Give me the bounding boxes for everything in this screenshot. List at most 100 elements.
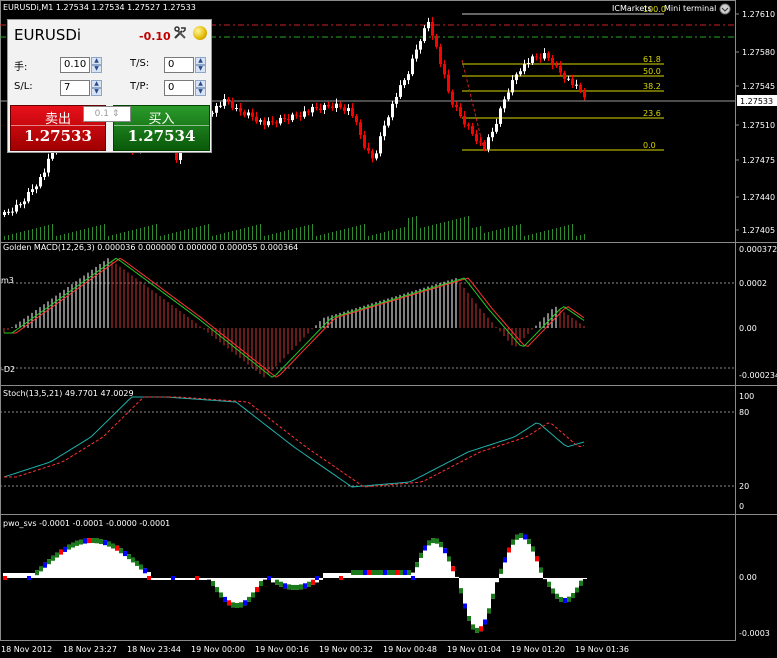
one-click-trade-panel[interactable]: EURUSDi -0.10 手: 0.10 ▲ ▼ S/L: 7 ▲ ▼ T/S: … (7, 19, 212, 153)
pwo-edge-mark (47, 559, 51, 565)
tp-spinner[interactable]: ▲ ▼ (195, 80, 206, 96)
stoch-signal-line (4, 396, 585, 488)
pwo-bar (11, 573, 15, 578)
pwo-edge-mark (527, 539, 531, 545)
candle-body (19, 204, 22, 206)
candle-body (419, 41, 422, 50)
pwo-bar (83, 538, 87, 578)
pwo-edge-mark (115, 545, 119, 551)
time-label: 19 Nov 00:48 (383, 645, 437, 654)
pwo-edge-mark (287, 584, 291, 590)
candle-body (271, 121, 274, 123)
candle-body (299, 115, 302, 117)
candle-body (47, 158, 50, 173)
candle-body (43, 172, 46, 177)
pwo-edge-mark (307, 581, 311, 587)
lot-step-value: 0.1 (94, 109, 109, 119)
candle-body (559, 65, 562, 73)
mini-terminal-label[interactable]: Mini terminal (664, 4, 716, 13)
pwo-bar (319, 578, 323, 580)
pwo-bar (87, 538, 91, 578)
fib-level-label: 38.2 (643, 82, 661, 91)
pwo-edge-mark (67, 544, 71, 550)
pwo-edge-mark (523, 534, 527, 540)
candle-body (239, 108, 242, 112)
candle-body (451, 91, 454, 105)
pwo-edge-mark (491, 593, 495, 599)
candle-body (567, 78, 570, 80)
candle-body (383, 125, 386, 137)
candle-body (491, 131, 494, 138)
price-label: 1.27610 (742, 10, 775, 19)
time-label: 19 Nov 00:16 (255, 645, 309, 654)
sell-price: 1.27533 (24, 127, 92, 145)
candle-body (311, 106, 314, 113)
price-label: 1.27510 (742, 121, 775, 130)
price-label: 1.27545 (742, 82, 775, 91)
pwo-edge-mark (407, 570, 411, 575)
sl-input[interactable]: 7 (60, 80, 90, 96)
candle-body (255, 116, 258, 122)
pwo-bar (439, 542, 443, 578)
pwo-bar (159, 578, 163, 580)
candle-body (431, 21, 434, 36)
lot-step-input[interactable]: 0.1 ⇕ (83, 106, 131, 122)
pwo-bar (471, 578, 475, 630)
pwo-bar (19, 573, 23, 578)
pwo-edge-mark (91, 538, 95, 544)
lot-input[interactable]: 0.10 (60, 57, 90, 73)
ts-input[interactable]: 0 (164, 57, 194, 73)
pwo-edge-mark (395, 570, 399, 575)
candle-body (263, 120, 266, 126)
pwo-bar (455, 576, 459, 578)
candle-body (35, 186, 38, 190)
candle-body (27, 192, 30, 202)
pwo-edge-mark (83, 538, 87, 544)
pwo-bar (99, 539, 103, 578)
pwo-bar (347, 573, 351, 578)
pwo-bar (327, 573, 331, 578)
macd-title: Golden MACD(12,26,3) 0.000036 0.000000 0… (3, 243, 298, 252)
candle-body (243, 111, 246, 116)
tp-label: T/P: (130, 81, 149, 92)
pwo-edge-mark (427, 540, 431, 546)
pwo-bar (207, 578, 211, 580)
tp-input[interactable]: 0 (164, 80, 194, 96)
fib-level-label: 23.6 (643, 109, 661, 118)
stoch-axis-label: 100 (739, 392, 754, 401)
candle-body (259, 120, 262, 122)
pwo-bar (543, 578, 547, 580)
pwo-bar (431, 538, 435, 578)
pwo-edge-mark (503, 557, 507, 563)
pwo-bar (91, 538, 95, 578)
candle-body (375, 153, 378, 159)
pwo-edge-mark (255, 587, 259, 593)
tools-icon[interactable] (173, 26, 187, 40)
pwo-edge-mark (211, 581, 215, 587)
pwo-edge-mark (299, 584, 303, 590)
pwo-bar (427, 540, 431, 578)
pwo-edge-mark (511, 539, 515, 545)
sl-spinner[interactable]: ▲ ▼ (91, 80, 102, 96)
pwo-edge-mark (379, 570, 383, 575)
lot-spinner[interactable]: ▲ ▼ (91, 57, 102, 73)
pwo-bar (519, 533, 523, 578)
pwo-bar (103, 540, 107, 578)
collapse-icon[interactable] (719, 3, 731, 15)
candle-body (459, 107, 462, 116)
pwo-bar (323, 573, 327, 578)
pwo-edge-mark (171, 576, 175, 580)
candle-body (503, 99, 506, 109)
pwo-bar (435, 538, 439, 578)
stoch-axis-label: 20 (739, 482, 749, 491)
ts-spinner[interactable]: ▲ ▼ (195, 57, 206, 73)
coin-icon[interactable] (193, 26, 207, 40)
pwo-edge-mark (463, 603, 467, 609)
time-label: 19 Nov 00:00 (191, 645, 245, 654)
pwo-edge-mark (359, 570, 363, 575)
pwo-edge-mark (447, 556, 451, 562)
pwo-edge-mark (215, 587, 219, 593)
pwo-edge-mark (251, 592, 255, 598)
pwo-bar (111, 543, 115, 578)
pwo-edge-mark (419, 552, 423, 558)
